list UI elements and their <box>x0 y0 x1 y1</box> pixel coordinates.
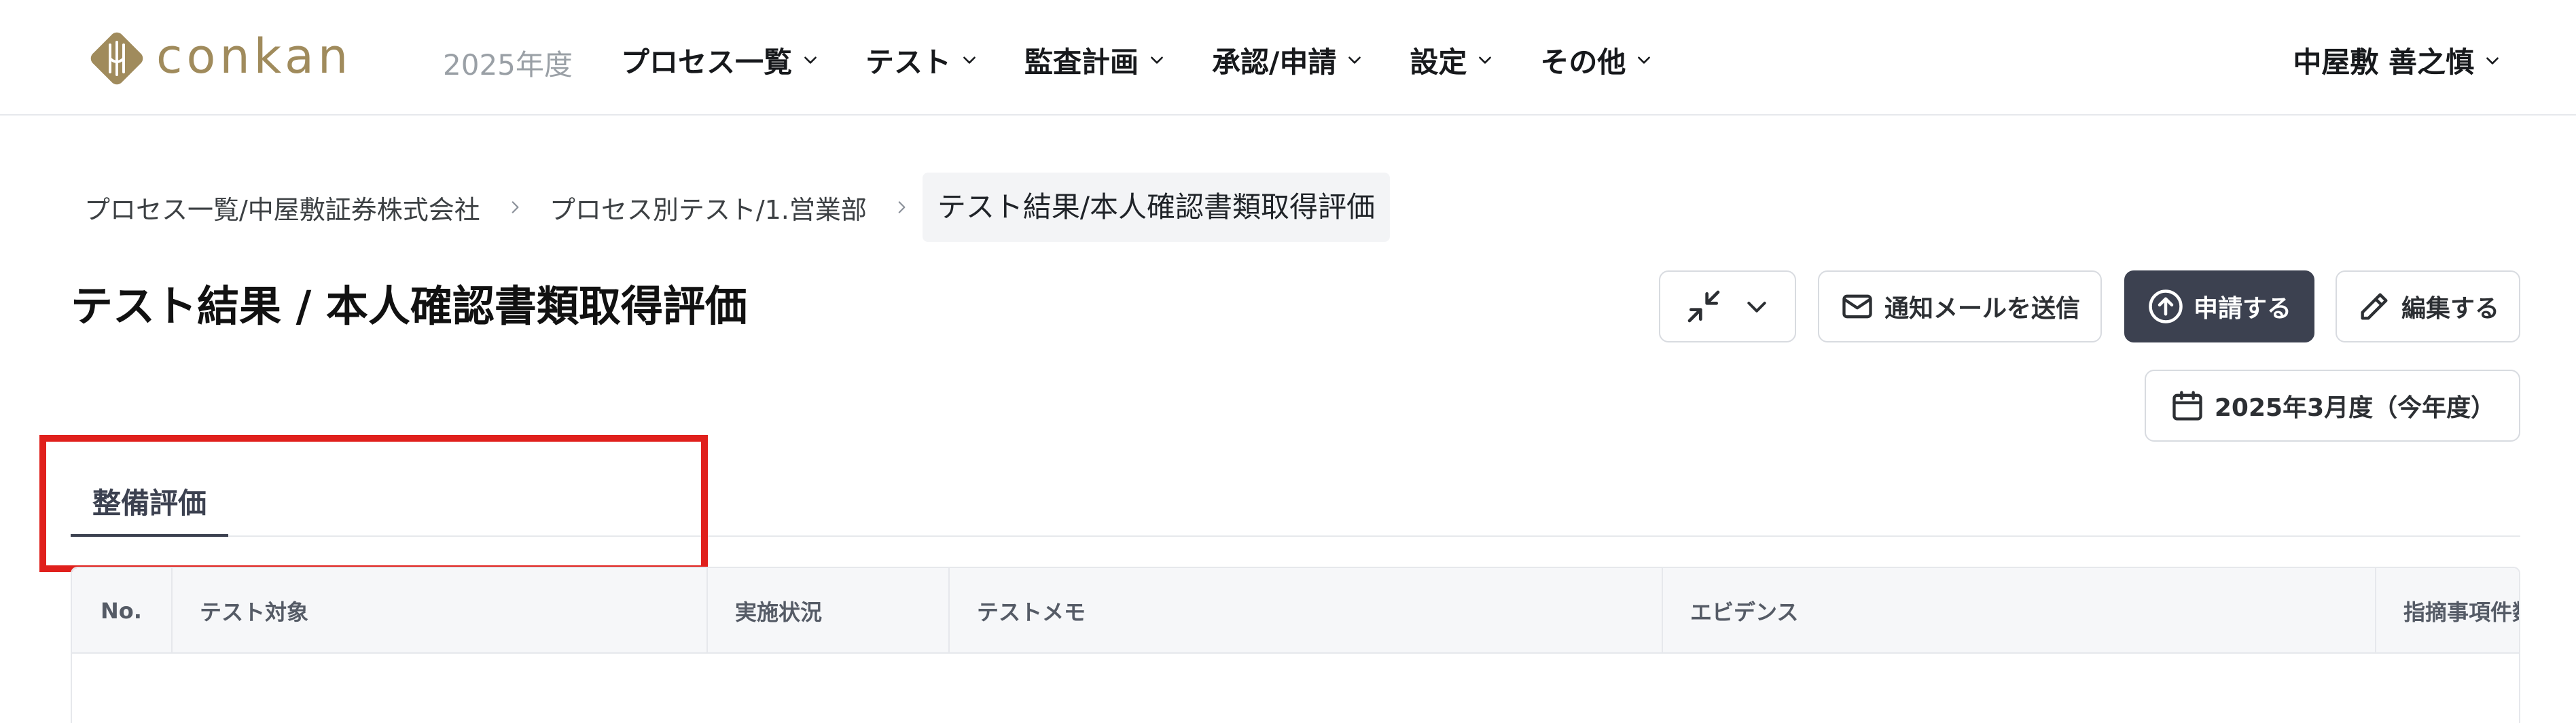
chevron-down-icon <box>1346 51 1363 69</box>
collapse-toggle-button[interactable] <box>1659 270 1796 342</box>
table-header: No. テスト対象 実施状況 テストメモ エビデンス 指摘事項件数 <box>72 568 2519 654</box>
chevron-down-icon <box>2484 52 2501 69</box>
mail-icon <box>1840 289 1875 324</box>
column-header-findings-count[interactable]: 指摘事項件数 <box>2376 568 2519 654</box>
pencil-icon <box>2357 289 2392 324</box>
top-navigation-bar: conkan 2025年度 プロセス一覧 テスト 監査計画 承認/申請 設定 そ… <box>0 0 2576 116</box>
apply-label: 申請する <box>2193 295 2291 323</box>
column-header-no[interactable]: No. <box>72 568 173 654</box>
send-notification-mail-button[interactable]: 通知メールを送信 <box>1818 270 2102 342</box>
main-nav: プロセス一覧 テスト 監査計画 承認/申請 設定 その他 <box>621 39 1699 80</box>
column-header-test-memo[interactable]: テストメモ <box>950 568 1663 654</box>
nav-label: 承認/申請 <box>1212 45 1337 79</box>
fiscal-year-label: 2025年度 <box>443 48 573 82</box>
apply-button[interactable]: 申請する <box>2124 270 2314 342</box>
calendar-icon <box>2170 388 2205 423</box>
nav-label: 設定 <box>1410 45 1467 79</box>
column-header-test-target[interactable]: テスト対象 <box>173 568 708 654</box>
chevron-down-icon <box>1743 293 1770 320</box>
period-selector-button[interactable]: 2025年3月度（今年度） <box>2145 370 2520 442</box>
collapse-arrows-icon <box>1685 287 1723 325</box>
nav-settings[interactable]: 設定 <box>1410 39 1494 81</box>
upload-circle-icon <box>2147 288 2184 325</box>
nav-label: プロセス一覧 <box>621 45 793 79</box>
nav-test[interactable]: テスト <box>865 39 978 81</box>
conkan-logo-mark-icon <box>87 29 147 88</box>
chevron-right-icon <box>893 198 910 216</box>
breadcrumb-item-process-test[interactable]: プロセス別テスト/1.営業部 <box>536 189 880 226</box>
chevron-down-icon <box>1635 51 1653 69</box>
edit-button[interactable]: 編集する <box>2336 270 2520 342</box>
evaluation-tabs: 整備評価 <box>71 468 2520 537</box>
edit-label: 編集する <box>2401 295 2499 323</box>
logo-text: conkan <box>156 29 353 84</box>
chevron-down-icon <box>1148 51 1166 69</box>
breadcrumb: プロセス一覧/中屋敷証券株式会社 プロセス別テスト/1.営業部 テスト結果/本人… <box>71 173 1391 242</box>
nav-label: 監査計画 <box>1024 45 1139 79</box>
breadcrumb-item-current: テスト結果/本人確認書類取得評価 <box>922 173 1391 242</box>
column-header-evidence[interactable]: エビデンス <box>1663 568 2376 654</box>
nav-approval[interactable]: 承認/申請 <box>1212 39 1363 81</box>
breadcrumb-item-process-list[interactable]: プロセス一覧/中屋敷証券株式会社 <box>71 189 494 226</box>
test-results-table: No. テスト対象 実施状況 テストメモ エビデンス 指摘事項件数 <box>71 567 2520 723</box>
nav-label: その他 <box>1540 45 1626 79</box>
send-mail-label: 通知メールを送信 <box>1884 295 2080 323</box>
conkan-logo[interactable]: conkan <box>87 30 352 87</box>
period-label: 2025年3月度（今年度） <box>2214 394 2496 422</box>
chevron-right-icon <box>506 198 524 216</box>
page-title: テスト結果 / 本人確認書類取得評価 <box>71 281 747 331</box>
nav-process-list[interactable]: プロセス一覧 <box>621 39 819 81</box>
nav-label: テスト <box>865 45 952 79</box>
nav-other[interactable]: その他 <box>1540 39 1653 81</box>
user-name: 中屋敷 善之慎 <box>2293 46 2474 79</box>
column-header-status[interactable]: 実施状況 <box>708 568 950 654</box>
chevron-down-icon <box>1476 51 1494 69</box>
chevron-down-icon <box>802 51 819 69</box>
user-menu[interactable]: 中屋敷 善之慎 <box>2293 39 2501 81</box>
nav-audit-plan[interactable]: 監査計画 <box>1024 39 1166 81</box>
tab-maintenance-evaluation[interactable]: 整備評価 <box>71 468 229 537</box>
chevron-down-icon <box>961 51 978 69</box>
